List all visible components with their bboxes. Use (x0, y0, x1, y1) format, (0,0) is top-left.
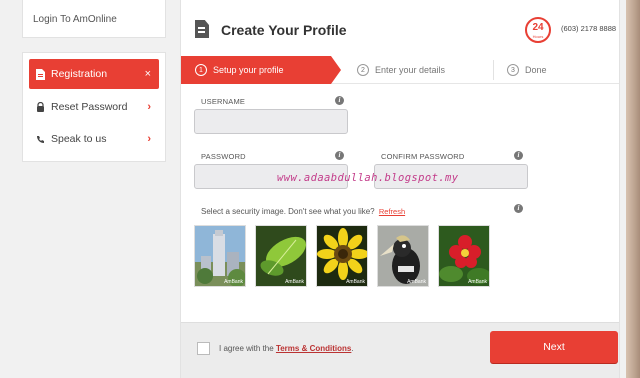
ambank-label: AmBank (468, 279, 487, 285)
security-prompt-text: Select a security image. Don't see what … (201, 207, 375, 216)
badge-text: Hours (532, 34, 544, 39)
confirm-password-input[interactable] (374, 164, 528, 189)
password-label: PASSWORD (201, 152, 246, 161)
security-prompt: Select a security image. Don't see what … (201, 207, 405, 216)
step-number: 1 (195, 64, 207, 76)
sidebar-item-label: Registration (51, 68, 108, 80)
step-number: 3 (507, 64, 519, 76)
sidebar-item-label: Speak to us (51, 133, 107, 145)
username-label: USERNAME (201, 97, 246, 106)
ambank-label: AmBank (346, 279, 365, 285)
step-label: Done (525, 65, 547, 75)
document-icon (195, 20, 209, 38)
ambank-label: AmBank (285, 279, 304, 285)
security-image-tower[interactable]: AmBank (194, 225, 246, 287)
close-icon[interactable]: × (145, 68, 151, 80)
step-indicator: 1 Setup your profile 2 Enter your detail… (181, 56, 619, 84)
sidebar-item-label: Reset Password (51, 101, 128, 113)
login-link[interactable]: Login To AmOnline (22, 0, 166, 38)
security-image-red-flower[interactable]: AmBank (438, 225, 490, 287)
phone-number: (603) 2178 8888 (561, 24, 617, 33)
login-link-label: Login To AmOnline (33, 14, 117, 25)
info-icon[interactable]: i (514, 204, 523, 213)
terms-link[interactable]: Terms & Conditions (276, 344, 351, 353)
panel-header: Create Your Profile 24 Hours (603) 2178 … (181, 0, 619, 56)
page-title: Create Your Profile (221, 22, 347, 38)
step-done[interactable]: 3 Done (507, 56, 547, 84)
next-button[interactable]: Next (490, 331, 618, 363)
step-divider (493, 60, 494, 80)
24-hours-badge: 24 Hours (525, 17, 551, 43)
badge-number: 24 (532, 22, 544, 33)
chevron-right-icon: › (147, 101, 151, 113)
refresh-link[interactable]: Refresh (379, 207, 405, 216)
confirm-password-label: CONFIRM PASSWORD (381, 152, 465, 161)
username-input[interactable] (194, 109, 348, 134)
lock-icon (35, 102, 45, 112)
security-image-leaf[interactable]: AmBank (255, 225, 307, 287)
sidebar-item-registration[interactable]: Registration × (29, 59, 159, 89)
phone-icon (35, 135, 45, 144)
profile-panel: Create Your Profile 24 Hours (603) 2178 … (180, 0, 620, 378)
info-icon[interactable]: i (514, 151, 523, 160)
step-enter-details[interactable]: 2 Enter your details (357, 56, 445, 84)
step-number: 2 (357, 64, 369, 76)
agree-suffix: . (351, 344, 354, 353)
agree-text: I agree with the (219, 344, 274, 353)
security-image-sunflower[interactable]: AmBank (316, 225, 368, 287)
sidebar-item-speak-to-us[interactable]: Speak to us › (29, 123, 159, 155)
ambank-label: AmBank (224, 279, 243, 285)
form-footer: I agree with the Terms & Conditions. Nex… (181, 322, 619, 378)
background-photo-edge (626, 0, 640, 378)
security-image-hornbill[interactable]: AmBank (377, 225, 429, 287)
sidebar-item-reset-password[interactable]: Reset Password › (29, 91, 159, 123)
info-icon[interactable]: i (335, 151, 344, 160)
ambank-label: AmBank (407, 279, 426, 285)
terms-checkbox[interactable] (197, 342, 210, 355)
step-label: Setup your profile (213, 65, 284, 75)
document-icon (35, 68, 45, 80)
sidebar-menu: Registration × Reset Password › Speak to… (22, 52, 166, 162)
step-label: Enter your details (375, 65, 446, 75)
step-setup-profile[interactable]: 1 Setup your profile (181, 56, 341, 84)
info-icon[interactable]: i (335, 96, 344, 105)
password-input[interactable] (194, 164, 348, 189)
terms-agreement: I agree with the Terms & Conditions. (219, 344, 354, 353)
chevron-right-icon: › (147, 133, 151, 145)
